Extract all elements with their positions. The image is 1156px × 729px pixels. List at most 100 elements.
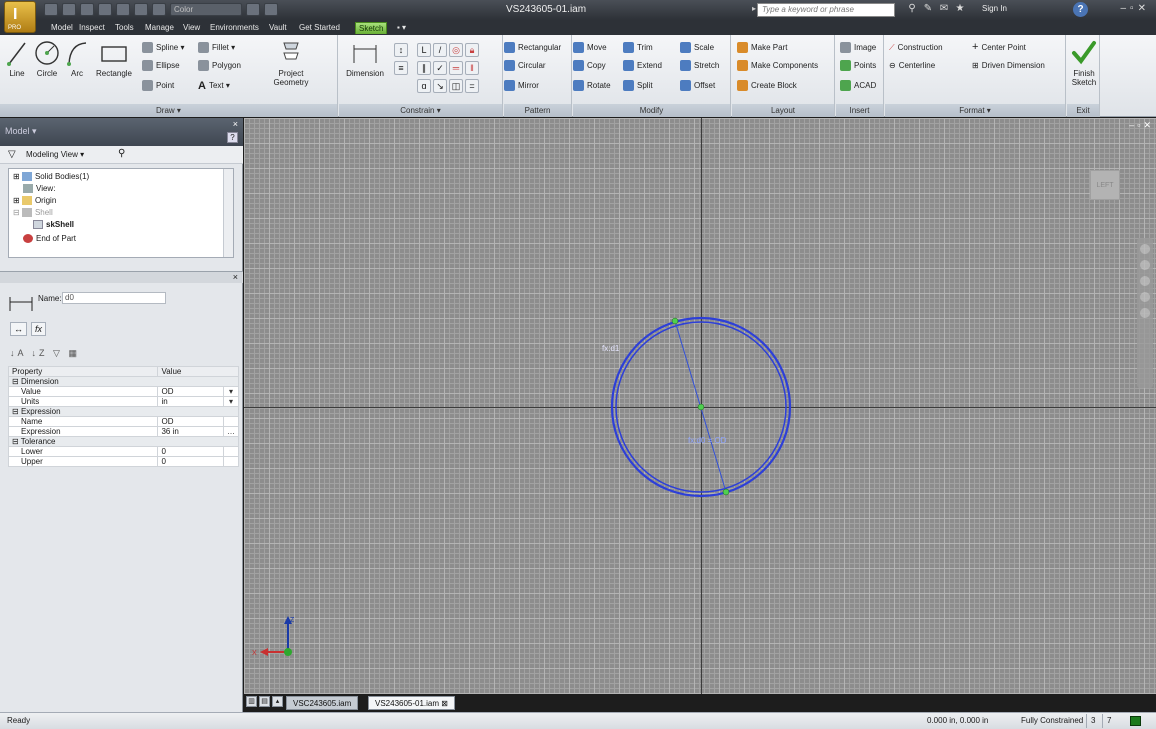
tab-list-icon[interactable]: ▴ [272,696,283,707]
rotate-button[interactable]: Rotate [573,79,611,92]
property-value[interactable]: OD [157,386,224,397]
update-icon[interactable] [152,3,166,16]
help-search-input[interactable]: Type a keyword or phrase [757,3,895,17]
sketch-canvas[interactable]: fx:d1 fx:d0 = OD [244,118,1156,694]
application-menu-button[interactable]: I PRO [4,1,36,33]
tangent-icon[interactable]: ɑ [417,79,431,93]
ellipse-button[interactable]: Ellipse [142,59,180,72]
tab-get-started[interactable]: Get Started [296,22,343,34]
move-button[interactable]: Move [573,41,607,54]
window-controls[interactable]: –▫✕ [1121,3,1151,14]
formula-icon[interactable] [246,3,260,16]
image-button[interactable]: Image [840,41,876,54]
create-block-button[interactable]: Create Block [737,79,797,92]
graphics-viewport[interactable]: fx:d1 fx:d0 = OD –▫✕ LEFT Z X [244,118,1156,694]
property-dropdown-icon[interactable]: ▾ [223,386,239,397]
property-row[interactable]: Units in ▾ [7,396,239,407]
open-icon[interactable] [62,3,76,16]
tab-view[interactable]: View [180,22,203,34]
dimension-type-icon[interactable]: ↔ [10,322,27,336]
point-button[interactable]: Point [142,79,174,92]
dimension-name-input[interactable]: d0 [62,292,166,304]
perpendicular-icon[interactable]: ✓ [433,61,447,75]
property-row[interactable]: Value OD ▾ [7,386,239,397]
close-icon[interactable]: × [233,272,238,282]
filter-icon[interactable]: ▽ [8,149,16,160]
steering-wheel-icon[interactable] [1140,244,1150,254]
browser-title[interactable]: Model ▾ [5,126,37,137]
construction-button[interactable]: ⟋ Construction [889,41,943,54]
tree-scrollbar[interactable] [223,169,233,257]
mirror-button[interactable]: Mirror [504,79,539,92]
driven-dimension-button[interactable]: ⊞ Driven Dimension [972,59,1045,72]
format-panel-title[interactable]: Format ▾ [885,104,1065,117]
draw-panel-title[interactable]: Draw ▾ [0,104,337,117]
property-category-row[interactable]: ⊟ Expression [8,406,239,417]
text-button[interactable]: A Text ▾ [198,79,230,92]
rectangle-button[interactable]: Rectangle [94,39,134,78]
copy-button[interactable]: Copy [573,59,606,72]
property-dropdown-icon[interactable]: ▾ [223,396,239,407]
tab-inspect[interactable]: Inspect [76,22,108,34]
polygon-button[interactable]: Polygon [198,59,241,72]
close-icon[interactable]: ⊠ [441,699,448,708]
parallel-icon[interactable]: ∥ [417,61,431,75]
binoculars-icon[interactable]: ⚲ [906,3,918,15]
tree-item-origin[interactable]: ⊞ Origin [13,195,56,207]
viewport-window-controls[interactable]: –▫✕ [1129,120,1154,131]
dimension-d0-label[interactable]: fx:d0 = OD [688,436,727,445]
extend-button[interactable]: Extend [623,59,662,72]
doc-tab-vsc243605[interactable]: VSC243605.iam [286,696,359,710]
undo-icon[interactable] [98,3,112,16]
property-value[interactable]: 0 [157,456,224,467]
zoom-icon[interactable] [1140,276,1150,286]
property-value[interactable]: in [157,396,224,407]
property-dropdown-icon[interactable] [223,416,239,427]
new-icon[interactable] [44,3,58,16]
property-dropdown-icon[interactable] [223,446,239,457]
return-icon[interactable] [134,3,148,16]
favorites-icon[interactable]: ★ [954,3,966,15]
equal-icon[interactable]: = [465,79,479,93]
centerline-button[interactable]: ⊖ Centerline [889,59,935,72]
close-icon[interactable]: × [233,119,238,129]
navigation-bar[interactable] [1137,238,1153,388]
tab-tools[interactable]: Tools [112,22,137,34]
auto-dimension-icon[interactable]: ↕ [394,43,408,57]
tile-horizontal-icon[interactable]: ▤ [259,696,270,707]
collapse-icon[interactable]: ⊟ [12,377,21,386]
tree-item-shell[interactable]: ⊟ Shell [13,207,53,219]
project-geometry-button[interactable]: Project Geometry [266,39,316,87]
fix-icon[interactable]: 🔒︎ [465,43,479,57]
tab-model[interactable]: Model [48,22,76,34]
circular-pattern-button[interactable]: Circular [504,59,546,72]
tab-environments[interactable]: Environments [207,22,262,34]
sort-ascending-icon[interactable]: ↓A [10,348,26,358]
spline-button[interactable]: Spline ▾ [142,41,185,54]
dimension-d1-label[interactable]: fx:d1 [602,344,620,353]
view-dropdown[interactable]: Modeling View ▾ [26,150,84,159]
property-row[interactable]: Lower 0 [7,446,239,457]
fillet-button[interactable]: Fillet ▾ [198,41,235,54]
tab-vault[interactable]: Vault [266,22,290,34]
symmetric-icon[interactable]: ◫ [449,79,463,93]
offset-button[interactable]: Offset [680,79,715,92]
communication-icon[interactable]: ✉ [938,3,950,15]
save-icon[interactable] [80,3,94,16]
stretch-button[interactable]: Stretch [680,59,719,72]
collapse-icon[interactable]: ⊟ [12,407,21,416]
trim-button[interactable]: Trim [623,41,653,54]
property-dropdown-icon[interactable] [223,456,239,467]
property-value[interactable]: OD [157,416,224,427]
circle-button[interactable]: Circle [34,39,60,78]
subscription-icon[interactable]: ✎ [922,3,934,15]
smooth-icon[interactable]: ↘ [433,79,447,93]
make-part-button[interactable]: Make Part [737,41,787,54]
tab-manage[interactable]: Manage [142,22,177,34]
tree-item-view[interactable]: View: [23,183,55,195]
collinear-icon[interactable]: / [433,43,447,57]
line-button[interactable]: Line [6,39,28,78]
filter-icon[interactable]: ▽ [53,348,63,358]
vertical-icon[interactable]: ‖ [465,61,479,75]
acad-button[interactable]: ACAD [840,79,876,92]
